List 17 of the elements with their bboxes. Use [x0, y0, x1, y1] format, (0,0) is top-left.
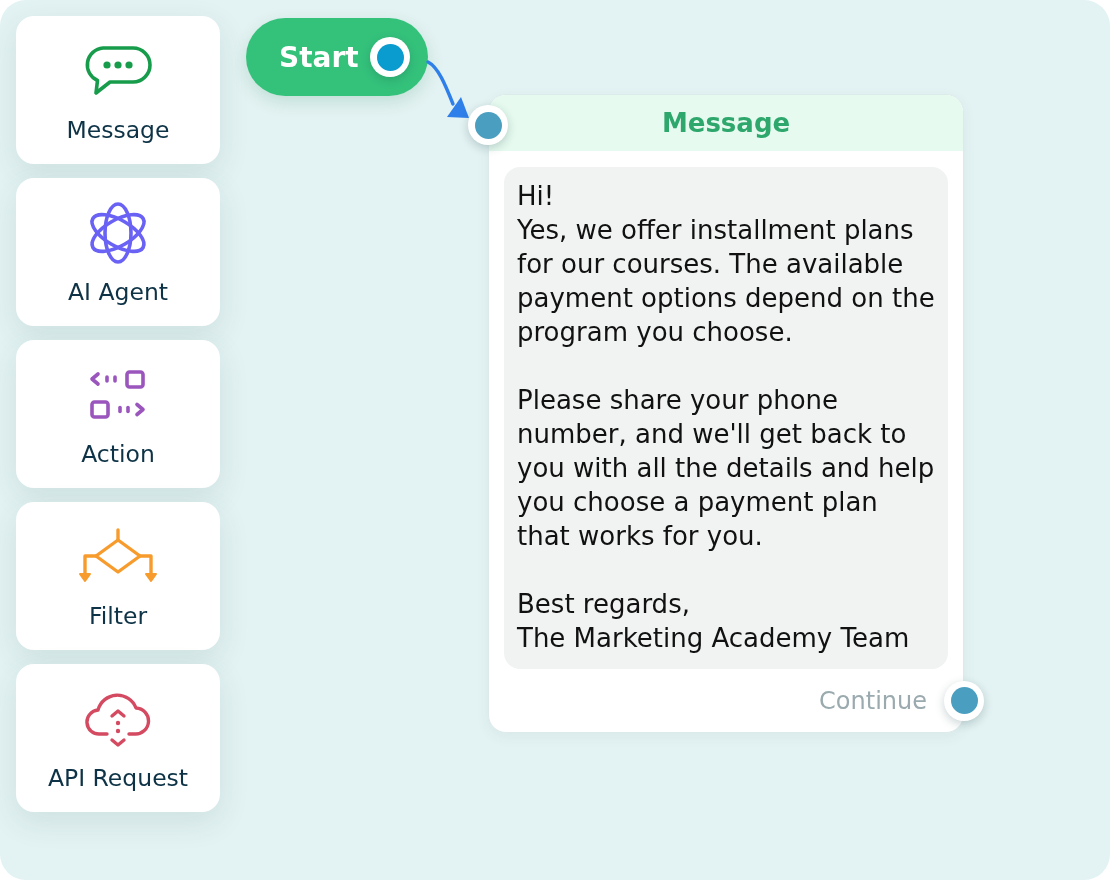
output-label: Continue [819, 686, 927, 715]
connector-arrow [426, 60, 469, 118]
palette-item[interactable]: API Request [16, 664, 220, 812]
palette-item[interactable]: Action [16, 340, 220, 488]
atom-icon [87, 201, 149, 265]
connection-handle[interactable] [370, 37, 410, 77]
connection-handle[interactable] [468, 105, 508, 145]
palette-item[interactable]: AI Agent [16, 178, 220, 326]
connection-handle[interactable] [944, 680, 984, 721]
palette-item[interactable]: Filter [16, 502, 220, 650]
node-header: Message [489, 95, 963, 151]
chat-bubble-icon [83, 45, 153, 97]
palette-item[interactable]: Message [16, 16, 220, 164]
message-bubble: Hi! Yes, we offer installment plans for our courses. The available payment options depend on the program you choose. Please share your phone number, and we'll get back to you with all the details and help you choose a payment plan that works for you. Best regards, The Marketing Academy Team [504, 167, 948, 669]
cloud-arrows-icon [85, 690, 151, 748]
arrows-squares-icon [89, 370, 147, 420]
node-label: Start [279, 40, 359, 74]
